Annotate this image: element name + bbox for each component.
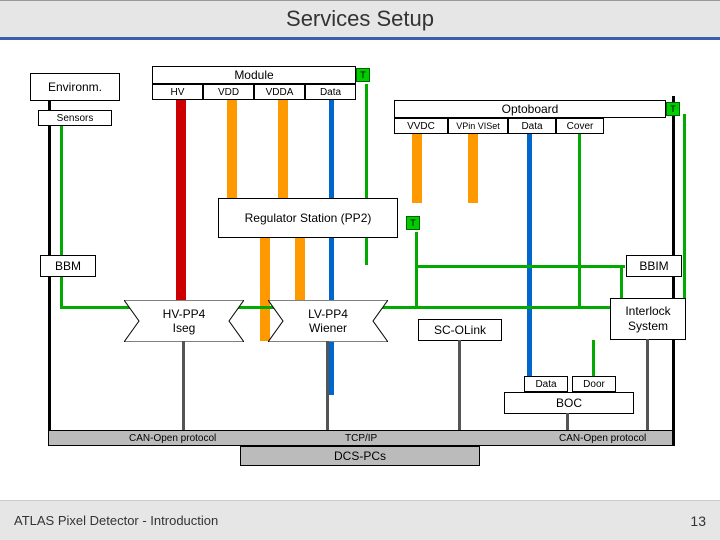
label-tcpip: TCP/IP	[345, 433, 377, 444]
label-iseg: Iseg	[173, 321, 196, 335]
box-module-vdd: VDD	[203, 84, 254, 100]
label-module-data: Data	[320, 87, 341, 98]
box-optoboard: Optoboard	[394, 100, 666, 118]
label-boc-door: Door	[583, 379, 605, 390]
label-optoboard: Optoboard	[502, 102, 559, 116]
box-module-hv: HV	[152, 84, 203, 100]
line-boc-door	[592, 340, 595, 376]
line-cover	[578, 134, 581, 309]
label-module-vdda: VDDA	[266, 87, 294, 98]
label-canopen-right: CAN-Open protocol	[559, 433, 646, 444]
label-bbim: BBIM	[639, 259, 668, 273]
conn-lvpp4	[326, 341, 329, 433]
label-hvpp4: HV-PP4	[163, 307, 206, 321]
diagram-canvas: Environm. Sensors Module HV VDD VDDA Dat…	[0, 40, 720, 500]
footer-bar: ATLAS Pixel Detector - Introduction 13	[0, 500, 720, 540]
box-reg-t: T	[406, 216, 420, 230]
box-opto-vvdc: VVDC	[394, 118, 448, 134]
slide-title: Services Setup	[286, 6, 434, 32]
conn-interlock	[646, 339, 649, 433]
box-environm: Environm.	[30, 73, 120, 101]
label-lvpp4: LV-PP4	[308, 307, 348, 321]
label-module-vdd: VDD	[218, 87, 239, 98]
box-regulator: Regulator Station (PP2)	[218, 198, 398, 238]
label-sensors: Sensors	[57, 113, 94, 124]
footer-left: ATLAS Pixel Detector - Introduction	[14, 513, 218, 528]
label-boc-data: Data	[535, 379, 556, 390]
bar-data-opto	[527, 130, 532, 395]
label-opto-cover: Cover	[567, 121, 594, 132]
box-opto-data: Data	[508, 118, 556, 134]
label-bbm: BBM	[55, 259, 81, 273]
box-opto-cover: Cover	[556, 118, 604, 134]
label-module-hv: HV	[171, 87, 185, 98]
label-environm: Environm.	[48, 80, 102, 94]
hline-bbm-bbim	[415, 265, 625, 268]
label-reg-t: T	[410, 218, 416, 228]
line-t-reg	[415, 232, 418, 308]
label-module-t: T	[360, 70, 366, 80]
box-interlock: Interlock System	[610, 298, 686, 340]
label-scolink: SC-OLink	[434, 323, 486, 337]
vline-env	[60, 110, 63, 309]
box-dcspcs: DCS-PCs	[240, 446, 480, 466]
box-lvpp4: LV-PP4Wiener	[268, 300, 388, 342]
box-bbm: BBM	[40, 255, 96, 277]
box-scolink: SC-OLink	[418, 319, 502, 341]
box-module-data: Data	[305, 84, 356, 100]
bar-data-module	[329, 95, 334, 395]
box-bbim: BBIM	[626, 255, 682, 277]
label-interlock1: Interlock	[625, 304, 670, 319]
box-hvpp4: HV-PP4Iseg	[124, 300, 244, 342]
conn-scolink	[458, 340, 461, 433]
label-boc: BOC	[556, 396, 582, 410]
protocol-bar: CAN-Open protocol TCP/IP CAN-Open protoc…	[48, 430, 673, 446]
box-boc-door: Door	[572, 376, 616, 392]
box-opto-t: T	[666, 102, 680, 116]
label-opto-vvdc: VVDC	[407, 121, 435, 132]
label-dcspcs: DCS-PCs	[334, 449, 386, 463]
label-module: Module	[234, 68, 273, 82]
slide-title-bar: Services Setup	[0, 0, 720, 40]
label-regulator: Regulator Station (PP2)	[245, 210, 372, 226]
box-module: Module	[152, 66, 356, 84]
page-number: 13	[690, 513, 706, 529]
box-module-t: T	[356, 68, 370, 82]
box-opto-vpin: VPin VISet	[448, 118, 508, 134]
box-boc-data: Data	[524, 376, 568, 392]
conn-hvpp4	[182, 341, 185, 433]
label-canopen-left: CAN-Open protocol	[129, 433, 216, 444]
bar-vdd	[227, 95, 237, 203]
label-opto-t: T	[670, 104, 676, 114]
label-opto-vpin: VPin VISet	[456, 121, 500, 131]
box-sensors: Sensors	[38, 110, 112, 126]
label-wiener: Wiener	[309, 321, 347, 335]
label-opto-data: Data	[521, 121, 542, 132]
box-boc: BOC	[504, 392, 634, 414]
box-module-vdda: VDDA	[254, 84, 305, 100]
bar-vdda	[278, 95, 288, 203]
bar-vpin	[468, 130, 478, 203]
label-interlock2: System	[628, 319, 668, 334]
bar-vvdc	[412, 130, 422, 203]
line-t-opto	[683, 114, 686, 308]
